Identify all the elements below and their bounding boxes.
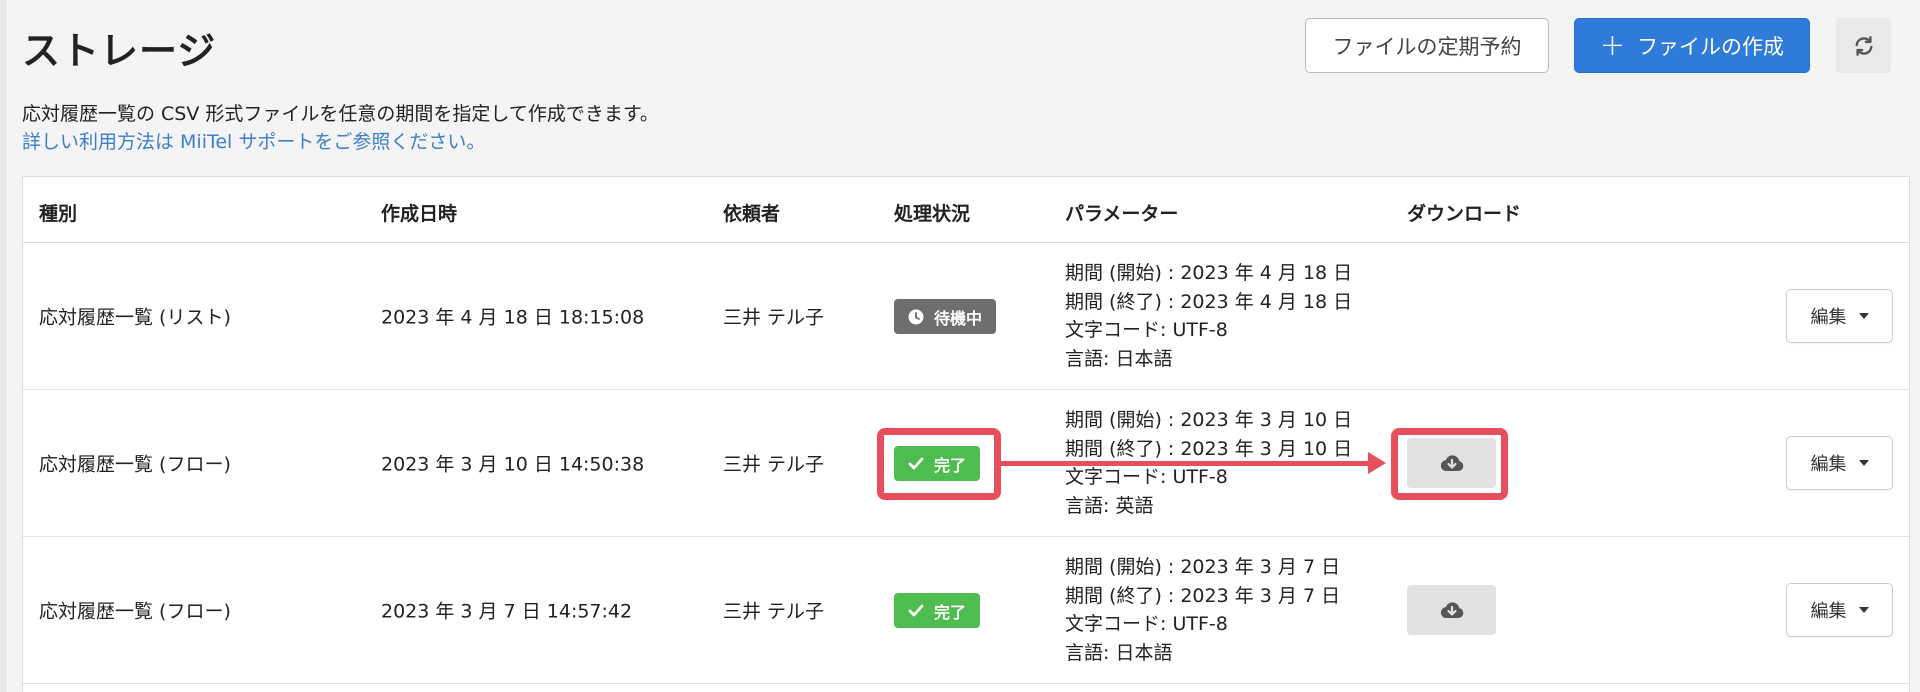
chevron-down-icon: [1858, 607, 1869, 613]
schedule-file-button[interactable]: ファイルの定期予約: [1305, 18, 1549, 73]
row-type: 応対履歴一覧 (フロー): [39, 600, 231, 623]
check-icon: [908, 604, 924, 616]
create-file-label: ファイルの作成: [1637, 34, 1785, 59]
chevron-down-icon: [1858, 460, 1869, 466]
table-header: 種別 作成日時 依頼者 処理状況 パラメーター ダウンロード: [23, 177, 1909, 243]
edit-label: 編集: [1810, 601, 1847, 622]
refresh-button[interactable]: [1836, 18, 1891, 73]
row-created: 2023 年 3 月 10 日 14:50:38: [381, 453, 645, 476]
param-language: 言語: 英語: [1065, 494, 1154, 517]
plus-icon: +: [1599, 27, 1626, 63]
row-created: 2023 年 4 月 18 日 18:15:08: [381, 306, 645, 329]
create-file-button[interactable]: + ファイルの作成: [1574, 18, 1810, 73]
chevron-down-icon: [1858, 313, 1869, 319]
status-label: 完了: [934, 602, 967, 622]
status-label: 待機中: [934, 308, 983, 328]
column-header-parameters: パラメーター: [1065, 203, 1179, 225]
download-button[interactable]: [1407, 585, 1496, 635]
row-created: 2023 年 3 月 7 日 14:57:42: [381, 600, 633, 623]
row-type: 応対履歴一覧 (リスト): [39, 306, 231, 329]
edit-dropdown-button[interactable]: 編集: [1786, 583, 1893, 637]
table-row: 応対履歴一覧 (フロー) 2023 年 3 月 7 日 14:57:42 三井 …: [23, 537, 1909, 684]
annotation-arrow-line: [1001, 461, 1371, 466]
row-requester: 三井 テル子: [723, 600, 825, 623]
column-header-status: 処理状況: [894, 203, 971, 225]
column-header-download: ダウンロード: [1407, 203, 1522, 225]
param-end: 期間 (終了) : 2023 年 4 月 18 日: [1065, 290, 1353, 313]
clock-icon: [908, 309, 924, 324]
edit-label: 編集: [1810, 307, 1847, 328]
highlight-status-box: [877, 428, 1001, 500]
param-start: 期間 (開始) : 2023 年 3 月 7 日: [1065, 556, 1341, 578]
row-requester: 三井 テル子: [723, 306, 825, 329]
annotation-arrow-head: [1368, 452, 1386, 474]
edit-label: 編集: [1810, 454, 1847, 475]
scrollbar[interactable]: [0, 0, 7, 692]
column-header-requester: 依頼者: [723, 203, 781, 225]
param-encoding: 文字コード: UTF-8: [1065, 613, 1228, 635]
edit-dropdown-button[interactable]: 編集: [1786, 436, 1893, 490]
param-end: 期間 (終了) : 2023 年 3 月 10 日: [1065, 437, 1353, 460]
page-title: ストレージ: [22, 29, 217, 73]
param-language: 言語: 日本語: [1065, 347, 1173, 370]
highlight-download-box: [1391, 428, 1508, 500]
table-row: 応対履歴一覧 (リスト) 2023 年 4 月 18 日 18:15:08 三井…: [23, 243, 1909, 390]
refresh-icon: [1854, 35, 1873, 56]
support-link[interactable]: 詳しい利用方法は MiiTel サポートをご参照ください。: [22, 128, 659, 156]
param-start: 期間 (開始) : 2023 年 4 月 18 日: [1065, 262, 1353, 284]
row-params: 期間 (開始) : 2023 年 3 月 7 日 期間 (終了) : 2023 …: [1065, 553, 1340, 667]
description-text: 応対履歴一覧の CSV 形式ファイルを任意の期間を指定して作成できます。: [22, 103, 659, 125]
status-badge: 完了: [894, 593, 981, 628]
cloud-download-icon: [1440, 602, 1463, 618]
param-end: 期間 (終了) : 2023 年 3 月 7 日: [1065, 584, 1341, 607]
column-header-created: 作成日時: [381, 203, 458, 225]
page-header: ストレージ ファイルの定期予約 + ファイルの作成: [0, 0, 1920, 90]
status-badge: 待機中: [894, 299, 997, 334]
column-header-type: 種別: [39, 203, 78, 225]
param-language: 言語: 日本語: [1065, 641, 1173, 664]
row-params: 期間 (開始) : 2023 年 4 月 18 日 期間 (終了) : 2023…: [1065, 259, 1352, 373]
row-type: 応対履歴一覧 (フロー): [39, 453, 231, 476]
param-encoding: 文字コード: UTF-8: [1065, 466, 1228, 488]
edit-dropdown-button[interactable]: 編集: [1786, 289, 1893, 343]
param-encoding: 文字コード: UTF-8: [1065, 319, 1228, 341]
row-requester: 三井 テル子: [723, 453, 825, 476]
param-start: 期間 (開始) : 2023 年 3 月 10 日: [1065, 409, 1353, 431]
description: 応対履歴一覧の CSV 形式ファイルを任意の期間を指定して作成できます。 詳しい…: [22, 100, 659, 156]
